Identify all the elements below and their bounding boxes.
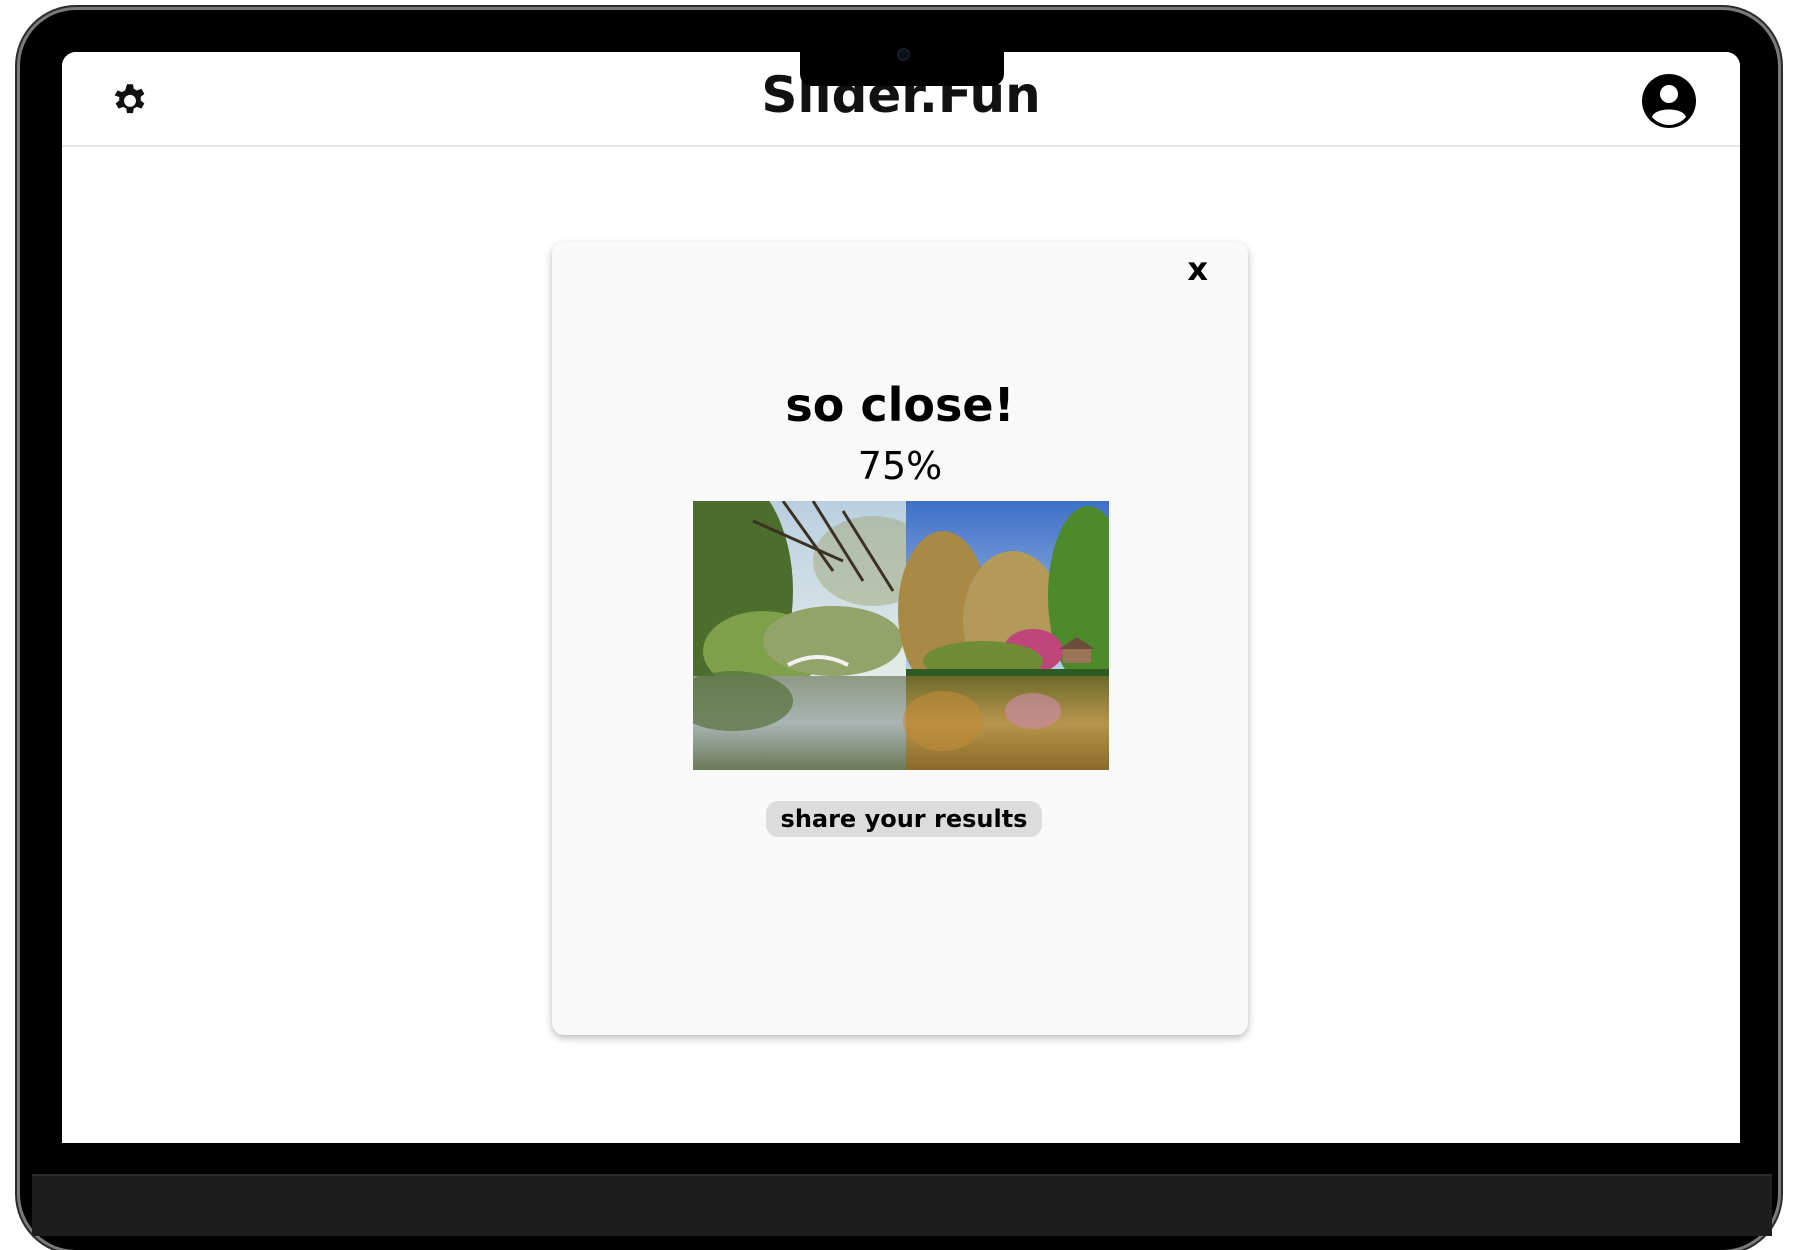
laptop-screen: Slider.Fun x so close! 75% share your re… bbox=[62, 52, 1740, 1143]
close-button[interactable]: x bbox=[1187, 250, 1208, 288]
profile-button[interactable] bbox=[1642, 74, 1696, 128]
webcam-icon bbox=[897, 48, 910, 61]
result-modal: x so close! 75% share your results bbox=[552, 242, 1248, 1035]
result-photo bbox=[693, 501, 1109, 770]
result-score: 75% bbox=[857, 444, 943, 488]
share-results-button[interactable]: share your results bbox=[766, 801, 1042, 837]
user-circle-icon bbox=[1642, 74, 1696, 128]
result-heading: so close! bbox=[785, 378, 1015, 432]
camera-notch bbox=[800, 48, 1004, 86]
laptop-base bbox=[32, 1174, 1772, 1236]
landscape-photo bbox=[693, 501, 1109, 770]
